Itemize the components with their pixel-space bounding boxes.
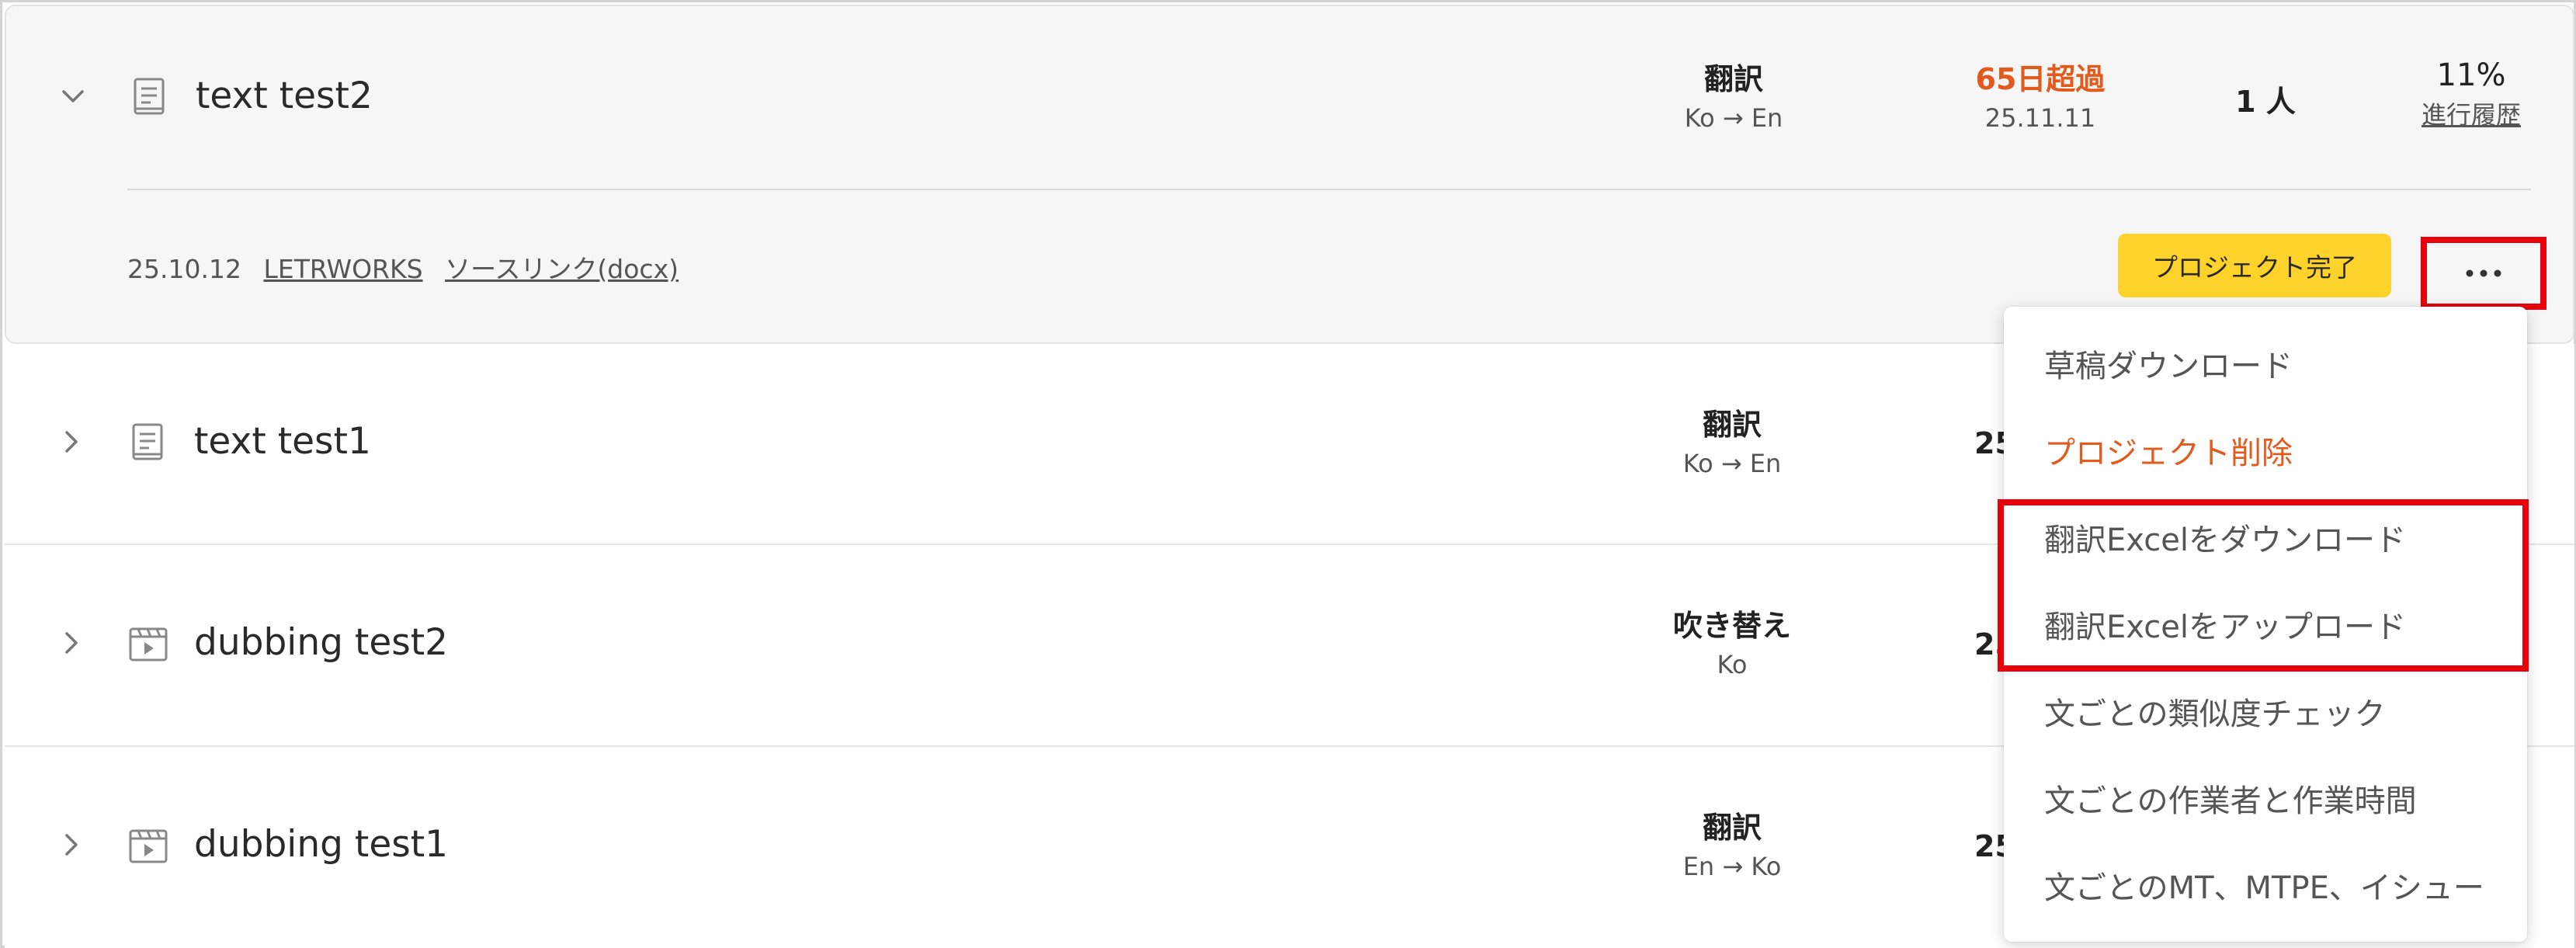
project-list: text test2 翻訳 Ko → En 65日超過 25.11.11 1 人… xyxy=(0,0,2576,948)
divider xyxy=(127,189,2531,190)
chevron-right-icon[interactable] xyxy=(56,627,87,658)
task-type: 翻訳 xyxy=(1702,811,1762,845)
project-title[interactable]: dubbing test1 xyxy=(194,823,448,866)
menu-item-worker-time[interactable]: 文ごとの作業者と作業時間 xyxy=(2044,776,2417,821)
project-title[interactable]: dubbing test2 xyxy=(194,621,448,664)
document-icon xyxy=(127,422,169,464)
client-link[interactable]: LETRWORKS xyxy=(263,254,422,284)
task-info: 翻訳 Ko → En xyxy=(1600,405,1864,482)
language-pair: Ko → En xyxy=(1682,449,1782,478)
annotation-highlight-box xyxy=(1998,499,2529,672)
chevron-right-icon[interactable] xyxy=(56,426,87,457)
project-meta: 25.10.12 LETRWORKS ソースリンク(docx) xyxy=(127,248,693,286)
chevron-right-icon[interactable] xyxy=(56,829,87,860)
language-pair: En → Ko xyxy=(1682,852,1782,881)
more-options-button[interactable] xyxy=(2421,237,2546,310)
history-link[interactable]: 進行履歴 xyxy=(2394,96,2549,134)
chevron-down-icon[interactable] xyxy=(57,81,89,112)
menu-item-similarity-check[interactable]: 文ごとの類似度チェック xyxy=(2044,689,2386,734)
task-type: 翻訳 xyxy=(1702,408,1762,442)
language-pair: Ko xyxy=(1717,650,1748,679)
task-info: 吹き替え Ko xyxy=(1600,606,1864,683)
project-title[interactable]: text test2 xyxy=(196,75,373,117)
language-pair: Ko → En xyxy=(1684,103,1783,133)
overdue-status: 65日超過 xyxy=(1975,62,2106,96)
menu-item-delete-project[interactable]: プロジェクト削除 xyxy=(2044,428,2293,473)
deadline-info: 65日超過 25.11.11 xyxy=(1924,59,2157,137)
source-link[interactable]: ソースリンク(docx) xyxy=(445,254,679,284)
created-date: 25.10.12 xyxy=(127,254,241,284)
progress-info: 11% 進行履歴 xyxy=(2394,54,2549,134)
task-type: 翻訳 xyxy=(1703,62,1763,96)
task-type: 吹き替え xyxy=(1672,609,1791,643)
progress-percent: 11% xyxy=(2436,57,2506,93)
project-row-text-test2[interactable]: text test2 翻訳 Ko → En 65日超過 25.11.11 1 人… xyxy=(5,5,2574,344)
menu-item-mt-mtpe-issues[interactable]: 文ごとのMT、MTPE、イシュー xyxy=(2044,863,2484,908)
member-count: 1 人 xyxy=(2235,85,2296,119)
deadline-date: 25.11.11 xyxy=(1984,103,2096,133)
task-info: 翻訳 Ko → En xyxy=(1602,59,1866,137)
menu-item-download-draft[interactable]: 草稿ダウンロード xyxy=(2044,341,2293,386)
more-horizontal-icon xyxy=(2466,269,2501,277)
document-icon xyxy=(129,76,171,118)
complete-project-button[interactable]: プロジェクト完了 xyxy=(2118,234,2391,297)
video-icon xyxy=(127,825,169,866)
video-icon xyxy=(127,623,169,665)
task-info: 翻訳 En → Ko xyxy=(1600,807,1864,885)
project-title[interactable]: text test1 xyxy=(194,420,371,463)
